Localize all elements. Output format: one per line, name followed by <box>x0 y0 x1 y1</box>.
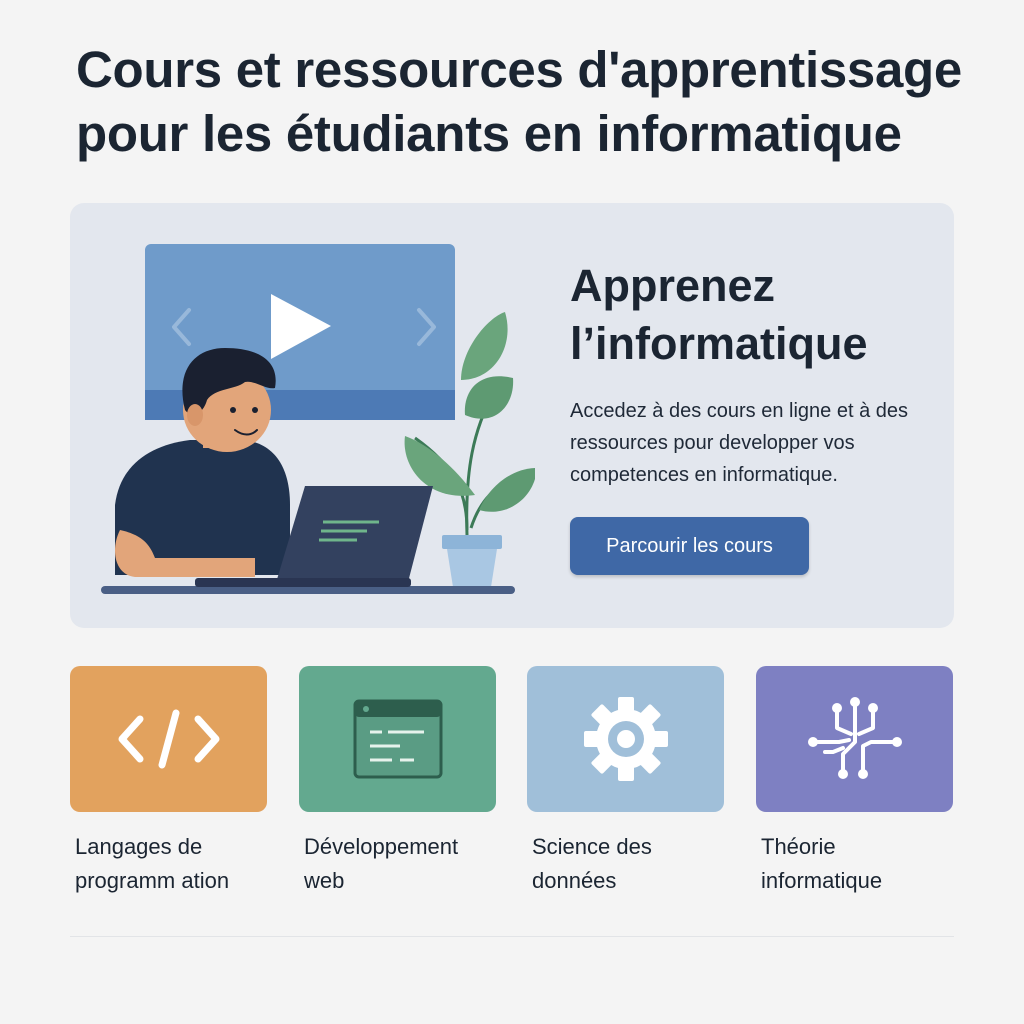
category-data-science[interactable]: Science des données <box>527 666 724 898</box>
category-web-development[interactable]: Développement web <box>299 666 496 898</box>
category-card[interactable] <box>527 666 724 812</box>
category-label: Développement web <box>304 834 459 893</box>
divider <box>70 936 954 937</box>
category-computer-theory[interactable]: Théorie informatique <box>756 666 953 898</box>
circuit-icon <box>807 697 902 779</box>
hero-illustration <box>101 244 535 594</box>
code-icon <box>118 709 219 769</box>
page-title: Cours et ressources d'apprentissage pour… <box>76 41 962 162</box>
category-label: Langages de programm ation <box>75 834 230 893</box>
hero-description: Accedez à des cours en ligne et à des re… <box>570 400 908 486</box>
category-card[interactable] <box>756 666 953 812</box>
student-figure <box>115 348 290 577</box>
gear-icon <box>583 697 668 781</box>
desk <box>101 586 515 594</box>
category-label: Science des données <box>532 834 652 893</box>
category-card[interactable] <box>70 666 267 812</box>
category-label: Théorie informatique <box>761 834 883 893</box>
browse-courses-button[interactable]: Parcourir les cours <box>570 517 809 575</box>
category-card[interactable] <box>299 666 496 812</box>
browser-window-icon <box>353 699 442 779</box>
hero-title: Apprenez l’informatique <box>570 260 868 369</box>
category-programming-languages[interactable]: Langages de programm ation <box>70 666 267 898</box>
